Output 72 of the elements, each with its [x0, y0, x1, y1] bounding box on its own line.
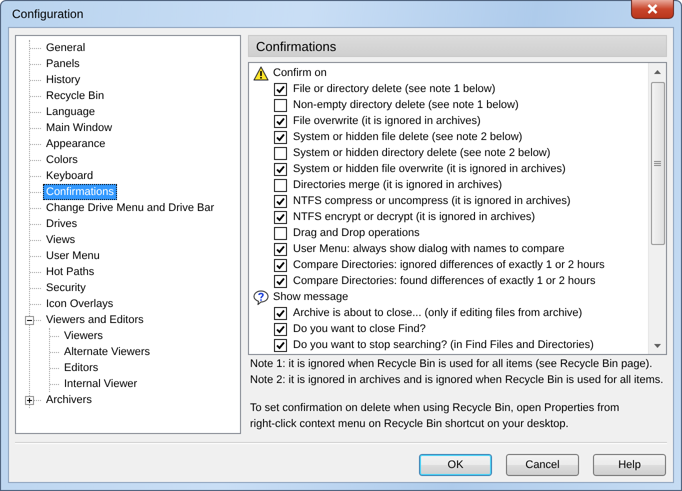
- checkbox-label: Do you want to stop searching? (in Find Files and Directories): [293, 339, 594, 351]
- checkbox-label: Compare Directories: found differences of exactly 1 or 2 hours: [293, 275, 596, 287]
- checkbox[interactable]: [274, 194, 287, 208]
- tree-item[interactable]: Views: [43, 232, 78, 248]
- tree-item[interactable]: Panels: [43, 56, 83, 72]
- tree-item[interactable]: Hot Paths: [43, 264, 98, 280]
- group-label: Show message: [273, 291, 348, 303]
- tree-item[interactable]: Editors: [61, 360, 102, 376]
- checkbox-label: Drag and Drop operations: [293, 227, 420, 239]
- tree-item[interactable]: Archivers: [43, 392, 95, 408]
- checkbox-label: System or hidden directory delete (see note 2 below): [293, 147, 550, 159]
- scrollbar[interactable]: [648, 63, 666, 354]
- tree-item[interactable]: Appearance: [43, 136, 108, 152]
- tree-item[interactable]: Icon Overlays: [43, 296, 116, 312]
- checkbox[interactable]: [274, 274, 287, 288]
- checkbox-label: Compare Directories: ignored differences of exactly 1 or 2 hours: [293, 259, 605, 271]
- tree-item[interactable]: Security: [43, 280, 89, 296]
- tree-item[interactable]: Recycle Bin: [43, 88, 108, 104]
- checkbox-label: File or directory delete (see note 1 below): [293, 83, 496, 95]
- collapse-icon[interactable]: [25, 316, 34, 325]
- checkbox[interactable]: [274, 322, 287, 336]
- checkbox[interactable]: [274, 130, 287, 144]
- tree-item[interactable]: History: [43, 72, 84, 88]
- tree-item[interactable]: Keyboard: [43, 168, 96, 184]
- tree-item[interactable]: Alternate Viewers: [61, 344, 154, 360]
- checkbox[interactable]: [274, 146, 287, 160]
- tree-item[interactable]: Colors: [43, 152, 81, 168]
- checkbox[interactable]: [274, 226, 287, 240]
- checkbox[interactable]: [274, 162, 287, 176]
- close-icon: [647, 4, 658, 14]
- checkbox[interactable]: [274, 258, 287, 272]
- warning-icon: [253, 66, 269, 80]
- checkbox-label: System or hidden file overwrite (it is ignored in archives): [293, 163, 566, 175]
- scroll-thumb[interactable]: [650, 82, 664, 245]
- checkbox-label: User Menu: always show dialog with names to compare: [293, 243, 564, 255]
- checkbox-label: File overwrite (it is ignored in archives): [293, 115, 481, 127]
- tree-item[interactable]: Language: [43, 104, 98, 120]
- tree-item[interactable]: Drives: [43, 216, 80, 232]
- expand-icon[interactable]: [25, 396, 34, 405]
- checkbox[interactable]: [274, 114, 287, 128]
- checkbox-label: Directories merge (it is ignored in archives): [293, 179, 502, 191]
- tree-item[interactable]: Change Drive Menu and Drive Bar: [43, 200, 218, 216]
- tree-item[interactable]: Viewers: [61, 328, 106, 344]
- close-button[interactable]: [631, 0, 674, 19]
- note-text: Note 1: it is ignored when Recycle Bin is used for all items (see Recycle Bin page).: [250, 357, 654, 372]
- checkbox-label: Non-empty directory delete (see note 1 below): [293, 99, 519, 111]
- checkbox[interactable]: [274, 178, 287, 192]
- tree-item[interactable]: Main Window: [43, 120, 116, 136]
- checkbox[interactable]: [274, 242, 287, 256]
- checkbox-label: Archive is about to close... (only if editing files from archive): [293, 307, 582, 319]
- tree-item[interactable]: Internal Viewer: [61, 376, 140, 392]
- window-title: Configuration: [11, 7, 84, 21]
- tree-item[interactable]: User Menu: [43, 248, 103, 264]
- checkbox-label: System or hidden file delete (see note 2 below): [293, 131, 522, 143]
- tree-item[interactable]: General: [43, 40, 88, 56]
- panel-header: Confirmations: [248, 35, 667, 57]
- help-bubble-icon: [253, 290, 269, 304]
- hint-text: To set confirmation on delete when using Recycle Bin, open Properties from right-click context menu on Recycle Bin shortcut on your desktop.: [250, 401, 620, 432]
- note-text: Note 2: it is ignored in archives and is ignored when Recycle Bin is used for all items.: [250, 373, 664, 388]
- dialog-button[interactable]: Cancel: [506, 454, 579, 476]
- checkbox[interactable]: [274, 210, 287, 224]
- dialog-button[interactable]: OK: [419, 454, 492, 476]
- group-label: Confirm on: [273, 67, 327, 79]
- checkbox-label: Do you want to close Find?: [293, 323, 426, 335]
- checkbox-label: NTFS encrypt or decrypt (it is ignored in archives): [293, 211, 536, 223]
- checkbox-label: NTFS compress or uncompress (it is ignored in archives): [293, 195, 571, 207]
- tree-item[interactable]: Viewers and Editors: [43, 312, 147, 328]
- checkbox[interactable]: [274, 338, 287, 352]
- checkbox[interactable]: [274, 98, 287, 112]
- checkbox[interactable]: [274, 82, 287, 96]
- dialog-button[interactable]: Help: [593, 454, 666, 476]
- checkbox[interactable]: [274, 306, 287, 320]
